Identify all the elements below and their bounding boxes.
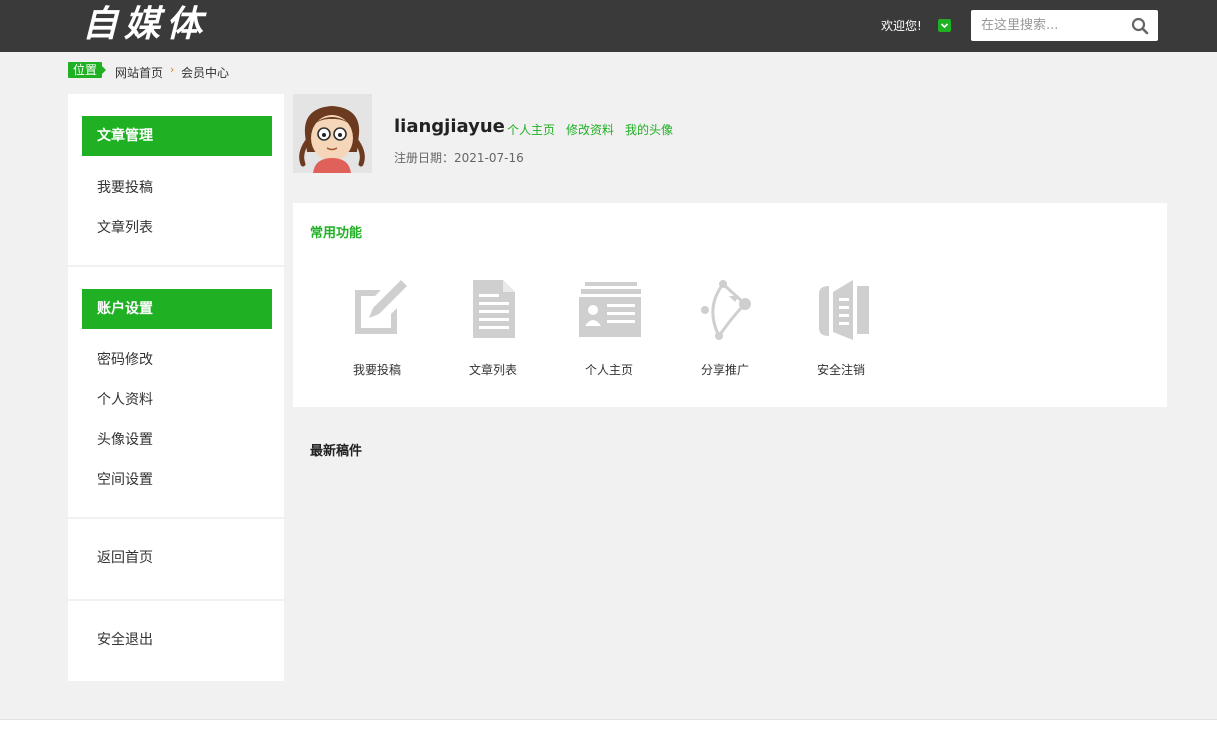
avatar[interactable]	[293, 94, 372, 173]
sidebar-heading-account[interactable]: 账户设置	[82, 289, 272, 329]
breadcrumb-current[interactable]: 会员中心	[181, 64, 229, 81]
breadcrumb-tag: 位置	[68, 62, 106, 78]
top-navbar: 自媒体 欢迎您!	[0, 0, 1217, 52]
function-label: 我要投稿	[352, 363, 401, 377]
sidebar-item-article-list[interactable]: 文章列表	[97, 217, 153, 237]
function-label: 文章列表	[468, 363, 517, 377]
site-logo[interactable]: 自媒体	[82, 2, 208, 46]
footer	[0, 719, 1217, 752]
sidebar-item-profile[interactable]: 个人资料	[97, 389, 153, 409]
link-personal-page[interactable]: 个人主页	[507, 123, 555, 137]
registration-date: 注册日期：2021-07-16	[394, 149, 524, 166]
search-input[interactable]	[971, 10, 1126, 41]
function-label: 安全注销	[816, 363, 865, 377]
sidebar-item-password[interactable]: 密码修改	[97, 349, 153, 369]
registration-date-label: 注册日期：	[394, 151, 455, 165]
logout-door-icon	[809, 278, 873, 342]
username: liangjiayue	[394, 116, 505, 137]
sidebar-heading-articles[interactable]: 文章管理	[82, 116, 272, 156]
sidebar-item-avatar[interactable]: 头像设置	[97, 429, 153, 449]
sidebar-section-logout: 安全退出	[68, 601, 284, 681]
document-icon	[461, 278, 525, 342]
search-box	[971, 10, 1158, 41]
id-card-icon	[577, 278, 641, 342]
breadcrumb-home-link[interactable]: 网站首页	[115, 64, 163, 81]
share-curve-icon	[693, 278, 757, 342]
sidebar-item-back-home[interactable]: 返回首页	[97, 547, 153, 567]
function-label: 分享推广	[700, 363, 749, 377]
breadcrumb-separator: ›	[170, 63, 175, 76]
link-edit-profile[interactable]: 修改资料	[566, 123, 614, 137]
registration-date-value: 2021-07-16	[454, 151, 524, 165]
profile-links: 个人主页 修改资料 我的头像	[507, 121, 684, 138]
latest-posts-title: 最新稿件	[310, 444, 363, 459]
sidebar-item-space[interactable]: 空间设置	[97, 469, 153, 489]
search-icon[interactable]	[1131, 17, 1149, 35]
edit-icon	[345, 278, 409, 342]
chevron-down-icon[interactable]	[938, 19, 951, 32]
sidebar-section-home: 返回首页	[68, 519, 284, 599]
common-functions-title: 常用功能	[310, 226, 363, 241]
function-article-list[interactable]: 文章列表	[451, 278, 531, 378]
function-personal-page[interactable]: 个人主页	[567, 278, 647, 378]
sidebar-section-account: 账户设置 密码修改 个人资料 头像设置 空间设置	[68, 267, 284, 517]
link-my-avatar[interactable]: 我的头像	[625, 123, 673, 137]
function-submit[interactable]: 我要投稿	[335, 278, 415, 378]
common-functions-panel: 常用功能 我要投稿 文章列表 个人主页 分享推广 安全注销	[293, 203, 1167, 407]
sidebar-section-articles: 文章管理 我要投稿 文章列表	[68, 94, 284, 265]
function-share[interactable]: 分享推广	[683, 278, 763, 378]
sidebar-item-submit[interactable]: 我要投稿	[97, 177, 153, 197]
welcome-text: 欢迎您!	[881, 19, 922, 33]
function-label: 个人主页	[584, 363, 633, 377]
function-logout[interactable]: 安全注销	[799, 278, 879, 378]
sidebar-item-logout[interactable]: 安全退出	[97, 629, 153, 649]
